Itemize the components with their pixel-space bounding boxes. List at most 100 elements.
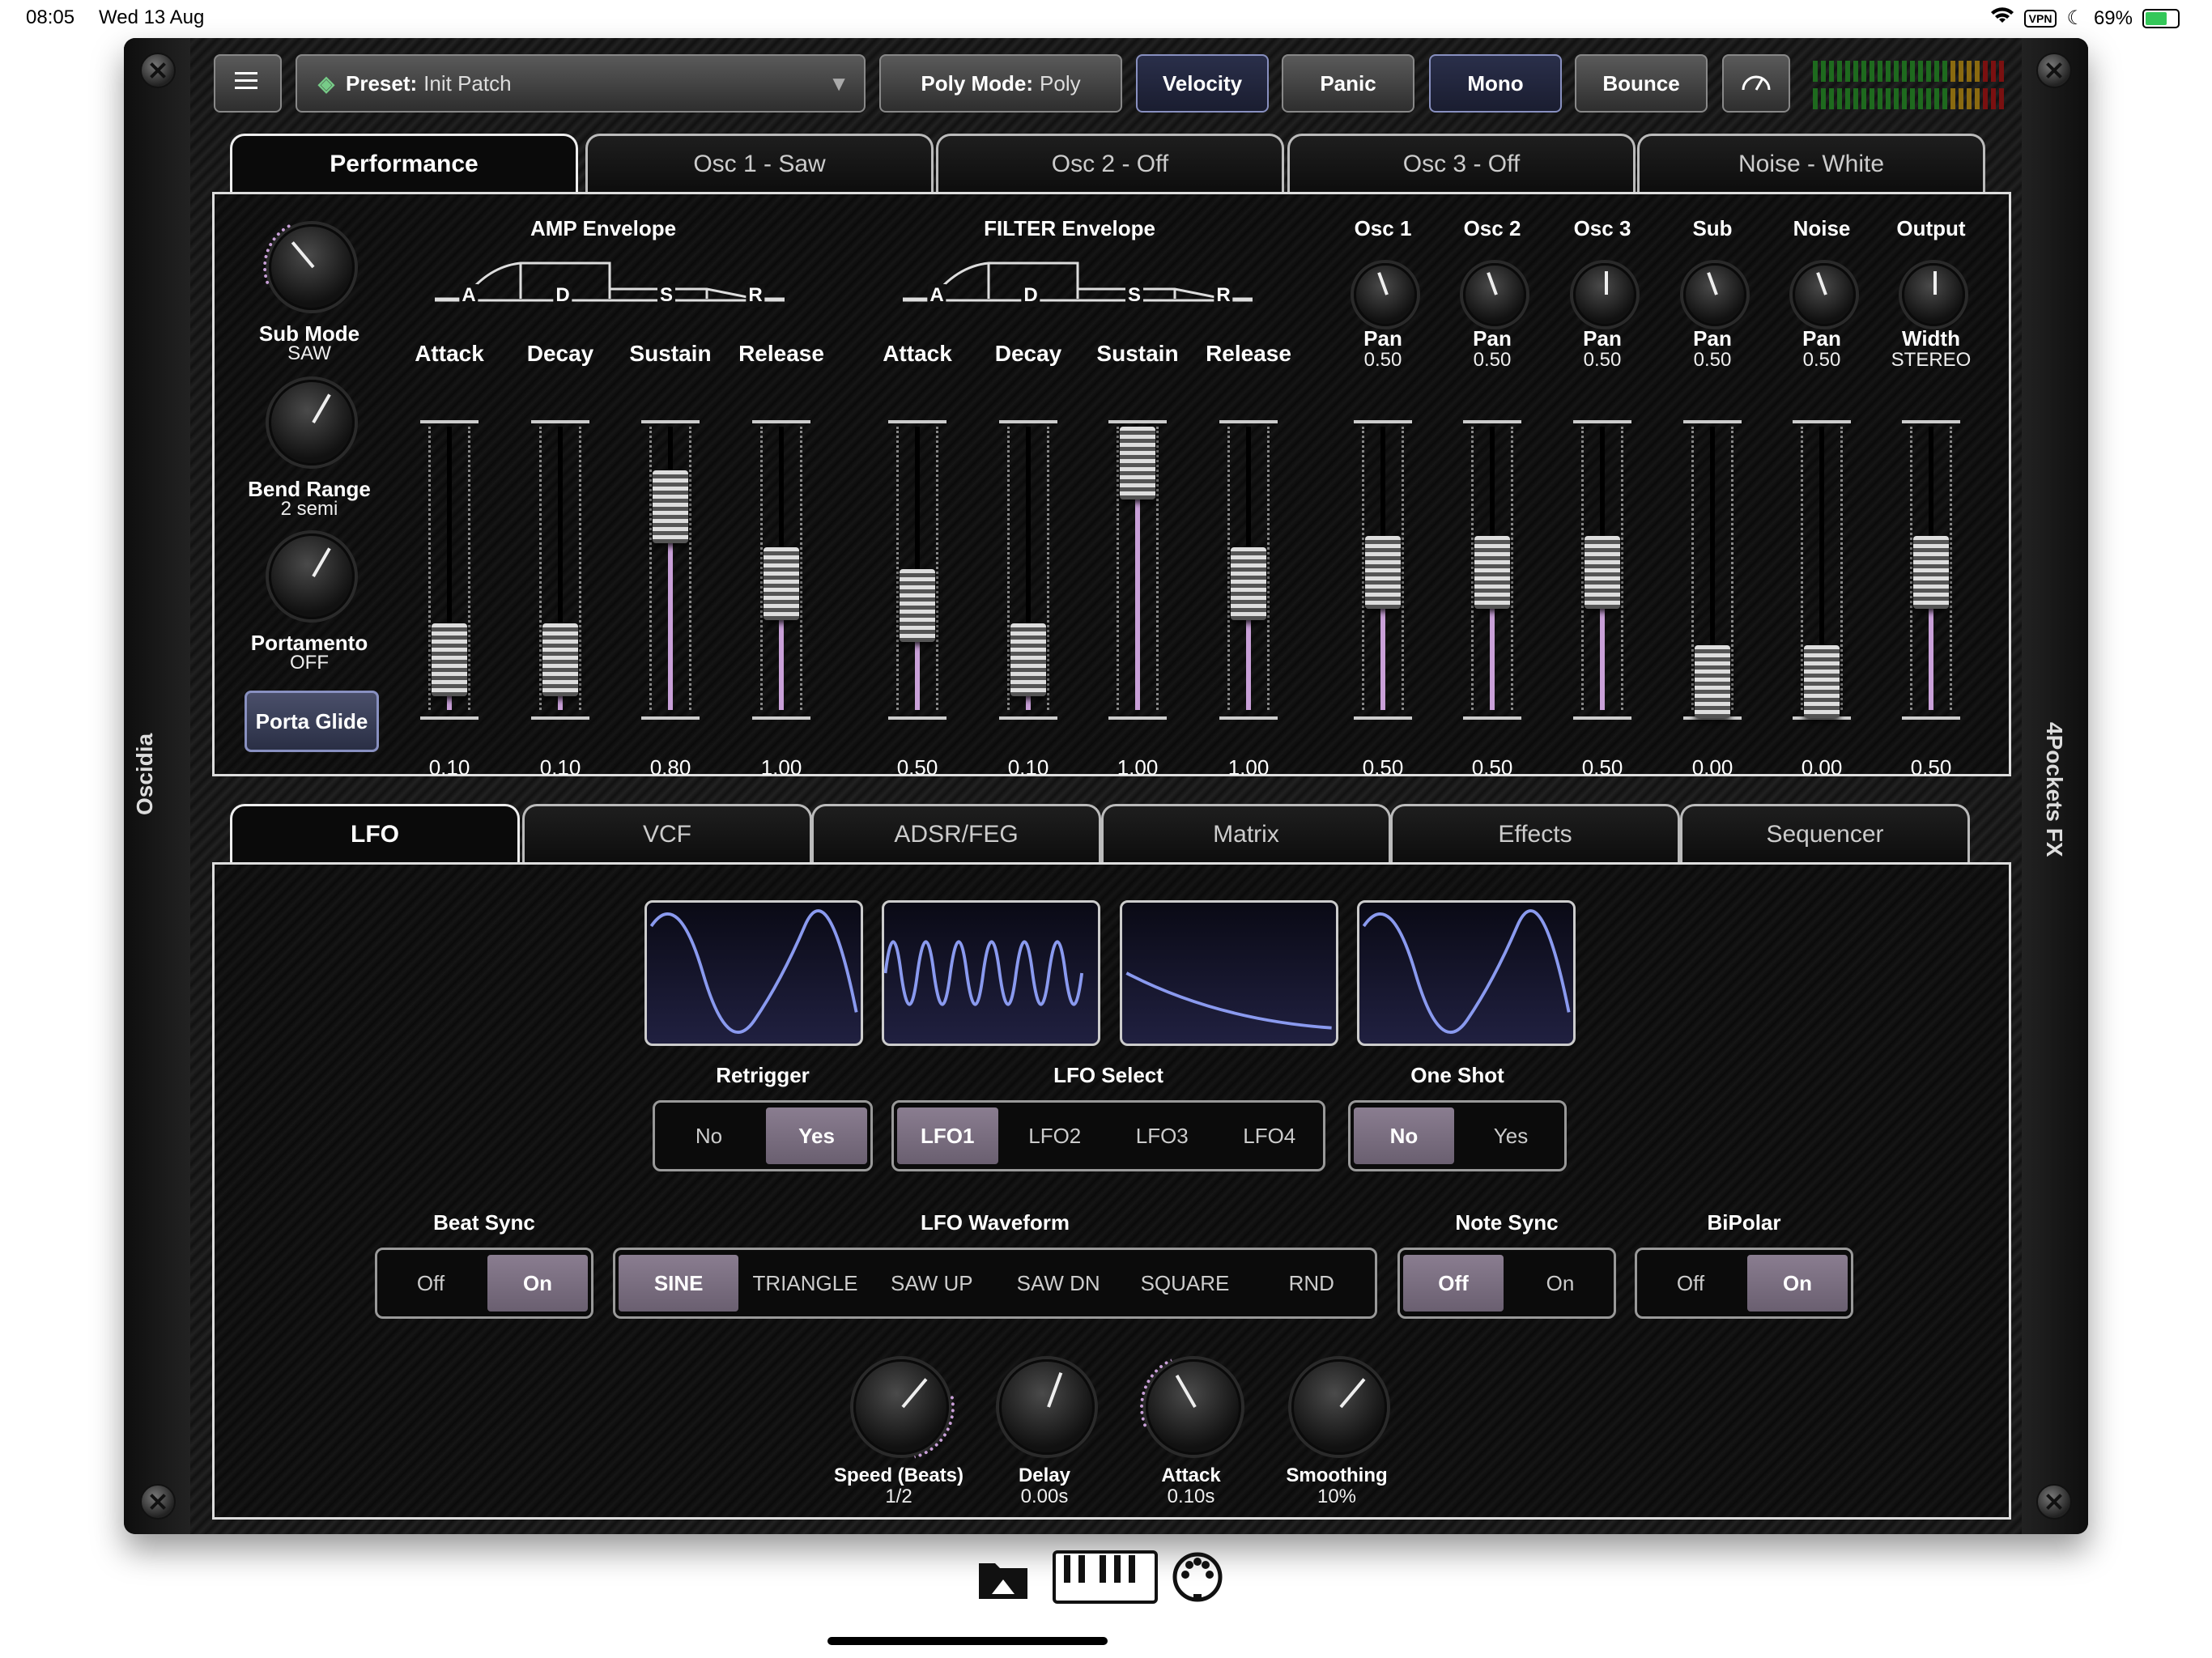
knob-attack[interactable] bbox=[1125, 1338, 1262, 1476]
fader-value: 0.80 bbox=[649, 755, 691, 780]
fader-attack[interactable] bbox=[885, 410, 950, 726]
keyboard-icon[interactable] bbox=[1053, 1550, 1158, 1608]
poly-mode-button[interactable]: Poly Mode: Poly bbox=[879, 54, 1122, 113]
fader-handle[interactable] bbox=[432, 623, 467, 696]
fader-decay[interactable] bbox=[996, 410, 1061, 726]
fader-value: 0.50 bbox=[1471, 755, 1513, 780]
fader-handle[interactable] bbox=[1231, 546, 1266, 620]
lfo-select-option-lfo4[interactable]: LFO4 bbox=[1219, 1107, 1321, 1164]
lfo3-waveform-preview[interactable] bbox=[1120, 900, 1338, 1046]
tab-matrix[interactable]: Matrix bbox=[1101, 804, 1391, 862]
fader-handle[interactable] bbox=[1804, 645, 1840, 718]
lfo1-waveform-preview[interactable] bbox=[644, 900, 863, 1046]
knob-value: 0.10s bbox=[1167, 1486, 1215, 1507]
fader-handle[interactable] bbox=[653, 470, 688, 543]
fader-attack[interactable] bbox=[417, 410, 482, 726]
velocity-button[interactable]: Velocity bbox=[1136, 54, 1269, 113]
fader-top-line bbox=[1902, 420, 1960, 423]
tab-noise-white[interactable]: Noise - White bbox=[1637, 134, 1985, 192]
waveform-option-triangle[interactable]: TRIANGLE bbox=[745, 1255, 865, 1312]
waveform-option-saw-dn[interactable]: SAW DN bbox=[998, 1255, 1118, 1312]
lfo2-waveform-preview[interactable] bbox=[882, 900, 1100, 1046]
fader-pan[interactable] bbox=[1351, 410, 1415, 726]
fader-bottom-line bbox=[420, 716, 479, 720]
fader-sustain[interactable] bbox=[1105, 410, 1170, 726]
envelope-letter-d: D bbox=[553, 284, 572, 307]
waveform-option-saw-up[interactable]: SAW UP bbox=[872, 1255, 992, 1312]
retrigger-option-yes[interactable]: Yes bbox=[766, 1107, 867, 1164]
knob-portamento[interactable] bbox=[269, 534, 355, 619]
fader-handle[interactable] bbox=[1120, 427, 1155, 500]
knob-delay[interactable] bbox=[999, 1359, 1095, 1455]
fader-handle[interactable] bbox=[1913, 536, 1949, 609]
one-shot-title: One Shot bbox=[1410, 1063, 1504, 1087]
fader-pan[interactable] bbox=[1460, 410, 1525, 726]
beat-sync-option-off[interactable]: Off bbox=[381, 1255, 481, 1312]
tab-effects[interactable]: Effects bbox=[1390, 804, 1680, 862]
fader-sustain[interactable] bbox=[638, 410, 703, 726]
fader-top-line bbox=[1463, 420, 1521, 423]
knob-value: 1/2 bbox=[885, 1486, 912, 1507]
knob-bend-range[interactable] bbox=[269, 380, 355, 466]
note-sync-option-off[interactable]: Off bbox=[1403, 1255, 1504, 1312]
pan-knob[interactable] bbox=[1573, 263, 1636, 326]
fader-handle[interactable] bbox=[1695, 645, 1730, 718]
fader-pan[interactable] bbox=[1570, 410, 1635, 726]
pan-knob[interactable] bbox=[1683, 263, 1746, 326]
fader-release[interactable] bbox=[1216, 410, 1281, 726]
note-sync-option-on[interactable]: On bbox=[1510, 1255, 1610, 1312]
fader-width[interactable] bbox=[1899, 410, 1963, 726]
midi-icon[interactable] bbox=[1171, 1550, 1224, 1608]
fader-handle[interactable] bbox=[1474, 536, 1510, 609]
fader-pan[interactable] bbox=[1680, 410, 1745, 726]
fader-handle[interactable] bbox=[542, 623, 578, 696]
lfo-select-option-lfo2[interactable]: LFO2 bbox=[1005, 1107, 1106, 1164]
fader-decay[interactable] bbox=[528, 410, 593, 726]
mono-button[interactable]: Mono bbox=[1429, 54, 1562, 113]
lfo4-waveform-preview[interactable] bbox=[1357, 900, 1576, 1046]
bipolar-option-on[interactable]: On bbox=[1747, 1255, 1848, 1312]
waveform-option-square[interactable]: SQUARE bbox=[1125, 1255, 1244, 1312]
gauge-button[interactable] bbox=[1722, 54, 1790, 113]
panic-button[interactable]: Panic bbox=[1282, 54, 1414, 113]
tab-osc-3-off[interactable]: Osc 3 - Off bbox=[1287, 134, 1636, 192]
pan-knob[interactable] bbox=[1793, 263, 1856, 326]
beat-sync-option-on[interactable]: On bbox=[487, 1255, 588, 1312]
bipolar-option-off[interactable]: Off bbox=[1640, 1255, 1741, 1312]
tab-osc-2-off[interactable]: Osc 2 - Off bbox=[936, 134, 1284, 192]
tab-sequencer[interactable]: Sequencer bbox=[1680, 804, 1970, 862]
knob-speed-beats[interactable] bbox=[827, 1333, 975, 1481]
fader-label: Attack bbox=[415, 341, 484, 366]
tab-performance[interactable]: Performance bbox=[230, 134, 578, 192]
preset-selector[interactable]: ◈ Preset: Init Patch ▼ bbox=[296, 54, 866, 113]
porta-glide-button[interactable]: Porta Glide bbox=[245, 691, 379, 752]
fader-handle[interactable] bbox=[1365, 536, 1401, 609]
knob-smoothing[interactable] bbox=[1291, 1359, 1387, 1455]
folder-icon[interactable] bbox=[976, 1554, 1031, 1606]
lfo-select-option-lfo3[interactable]: LFO3 bbox=[1112, 1107, 1213, 1164]
fader-pan[interactable] bbox=[1789, 410, 1854, 726]
one-shot-option-yes[interactable]: Yes bbox=[1461, 1107, 1561, 1164]
poly-mode-value: Poly bbox=[1040, 70, 1081, 96]
waveform-option-sine[interactable]: SINE bbox=[619, 1255, 739, 1312]
pan-knob[interactable] bbox=[1463, 263, 1526, 326]
tab-lfo[interactable]: LFO bbox=[230, 804, 520, 862]
menu-button[interactable] bbox=[214, 54, 282, 113]
fader-handle[interactable] bbox=[764, 546, 799, 620]
fader-handle[interactable] bbox=[1010, 623, 1046, 696]
fader-handle[interactable] bbox=[900, 568, 935, 642]
tab-osc-1-saw[interactable]: Osc 1 - Saw bbox=[585, 134, 934, 192]
lfo-select-option-lfo1[interactable]: LFO1 bbox=[897, 1107, 998, 1164]
envelope-letter-r: R bbox=[1214, 284, 1233, 307]
tab-adsr-feg[interactable]: ADSR/FEG bbox=[811, 804, 1101, 862]
bounce-button[interactable]: Bounce bbox=[1575, 54, 1708, 113]
one-shot-option-no[interactable]: No bbox=[1354, 1107, 1454, 1164]
pan-knob[interactable] bbox=[1902, 263, 1965, 326]
fader-handle[interactable] bbox=[1585, 536, 1620, 609]
knob-sub-mode[interactable] bbox=[249, 205, 374, 329]
waveform-option-rnd[interactable]: RND bbox=[1252, 1255, 1372, 1312]
fader-release[interactable] bbox=[749, 410, 814, 726]
tab-vcf[interactable]: VCF bbox=[522, 804, 812, 862]
pan-knob[interactable] bbox=[1354, 263, 1417, 326]
retrigger-option-no[interactable]: No bbox=[658, 1107, 759, 1164]
